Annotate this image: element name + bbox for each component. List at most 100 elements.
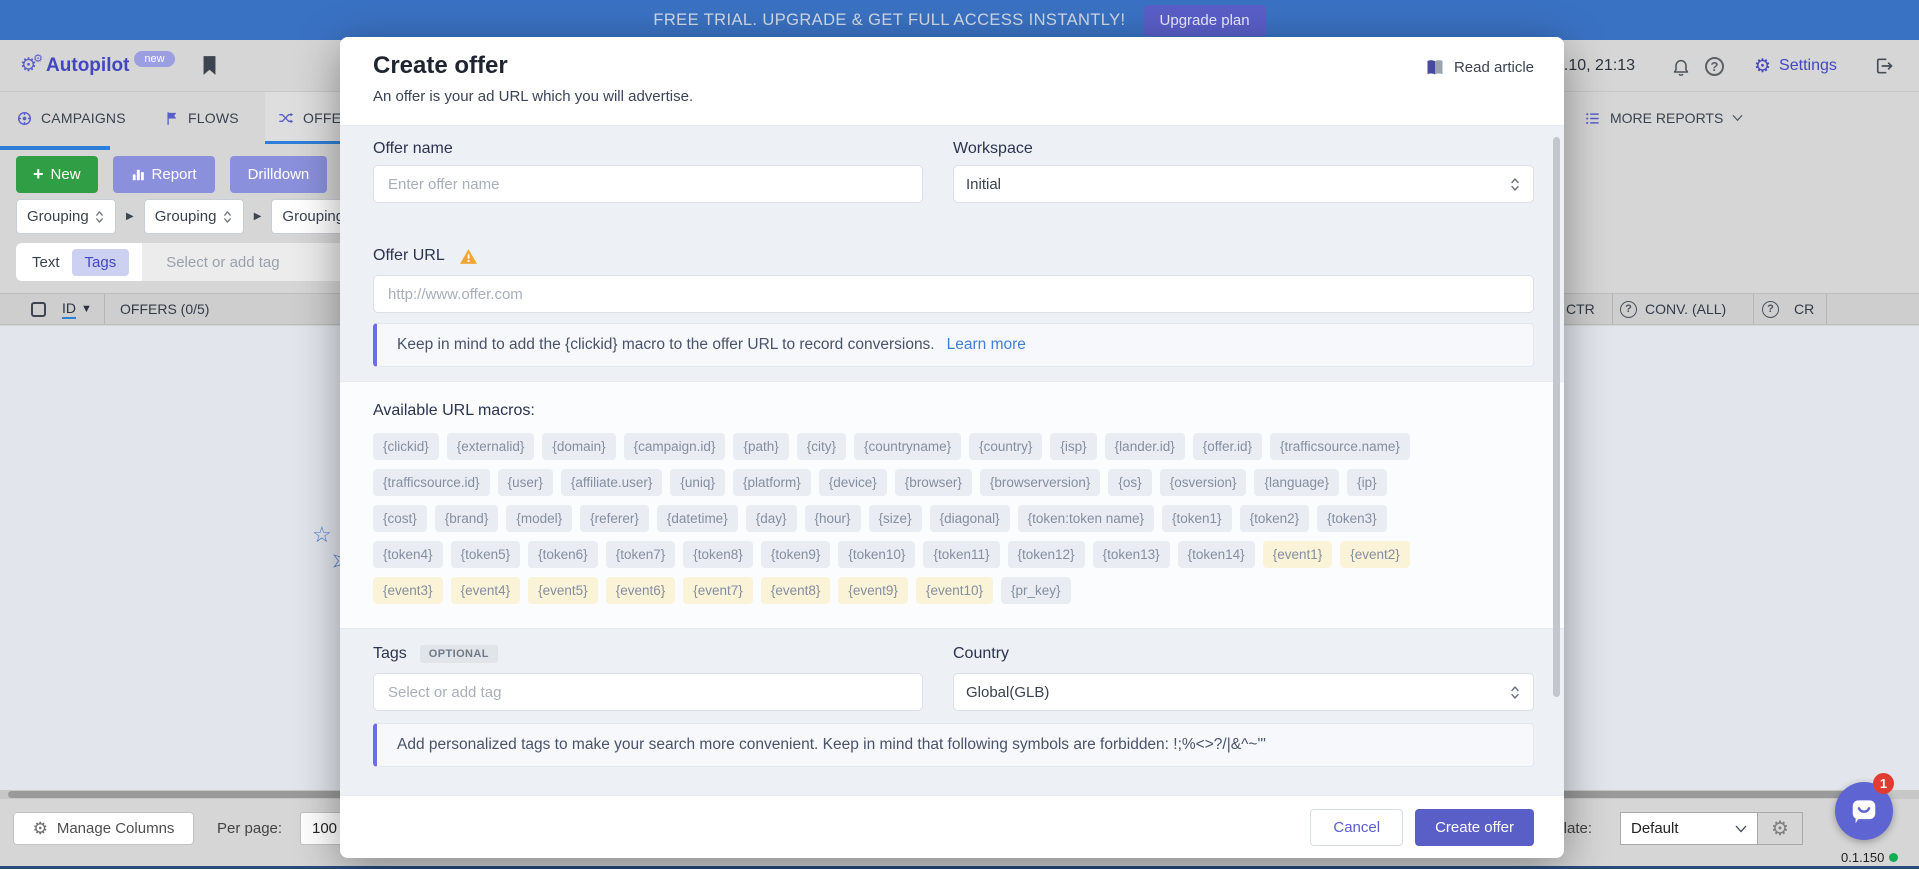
tabs-scrollbar-thumb[interactable]	[0, 146, 110, 150]
macro-chip[interactable]: {hour}	[805, 505, 861, 532]
tags-input[interactable]	[373, 673, 923, 711]
macro-chip[interactable]: {token13}	[1093, 541, 1170, 568]
macro-chip[interactable]: {platform}	[733, 469, 811, 496]
learn-more-link[interactable]: Learn more	[947, 336, 1026, 354]
macro-chip[interactable]: {city}	[797, 433, 846, 460]
macro-chip[interactable]: {model}	[506, 505, 572, 532]
macro-chip[interactable]: {osversion}	[1160, 469, 1247, 496]
read-article-label: Read article	[1454, 59, 1534, 76]
macro-chip[interactable]: {event9}	[838, 577, 908, 604]
macro-chip[interactable]: {token11}	[923, 541, 999, 568]
macro-chip[interactable]: {event10}	[916, 577, 993, 604]
macro-chip[interactable]: {trafficsource.name}	[1270, 433, 1410, 460]
column-conv-all[interactable]: CONV. (ALL)	[1645, 294, 1726, 324]
macro-chip[interactable]: {token:token name}	[1018, 505, 1154, 532]
modal-scrollbar-thumb[interactable]	[1553, 137, 1560, 697]
macro-chip[interactable]: {browserversion}	[980, 469, 1101, 496]
macro-chip[interactable]: {token6}	[528, 541, 598, 568]
autopilot-link[interactable]: Autopilot	[46, 55, 129, 77]
logout-icon[interactable]	[1874, 40, 1894, 92]
report-button[interactable]: Report	[113, 156, 215, 193]
settings-button[interactable]: ⚙ Settings	[1754, 40, 1837, 92]
macro-chip[interactable]: {uniq}	[670, 469, 725, 496]
macro-chip[interactable]: {browser}	[895, 469, 972, 496]
macro-chip[interactable]: {trafficsource.id}	[373, 469, 490, 496]
macro-chip[interactable]: {event8}	[761, 577, 831, 604]
macro-chip[interactable]: {event6}	[606, 577, 676, 604]
macro-chip[interactable]: {token7}	[606, 541, 676, 568]
macro-chip[interactable]: {day}	[746, 505, 797, 532]
read-article-link[interactable]: Read article	[1425, 59, 1534, 76]
help-icon[interactable]: ?	[1705, 40, 1724, 92]
filter-mode-text[interactable]: Text	[32, 254, 60, 271]
select-all-checkbox[interactable]	[31, 294, 46, 324]
macro-chip[interactable]: {token9}	[761, 541, 831, 568]
macro-chip[interactable]: {language}	[1254, 469, 1339, 496]
campaigns-icon	[16, 110, 33, 127]
tab-flows[interactable]: FLOWS	[153, 92, 251, 144]
template-settings-button[interactable]: ⚙	[1757, 812, 1803, 845]
bookmark-icon[interactable]	[201, 55, 218, 76]
cancel-button[interactable]: Cancel	[1310, 809, 1403, 846]
notifications-bell-icon[interactable]	[1671, 40, 1691, 92]
template-select[interactable]: Default	[1620, 812, 1758, 845]
macro-chip[interactable]: {datetime}	[657, 505, 738, 532]
macro-chip[interactable]: {token2}	[1240, 505, 1310, 532]
macro-chip[interactable]: {event3}	[373, 577, 443, 604]
macro-chip[interactable]: {countryname}	[854, 433, 961, 460]
macro-chip[interactable]: {pr_key}	[1001, 577, 1071, 604]
macro-chip[interactable]: {token5}	[451, 541, 521, 568]
tab-campaigns[interactable]: CAMPAIGNS	[4, 92, 138, 144]
more-reports-dropdown[interactable]: MORE REPORTS	[1584, 92, 1743, 144]
column-id[interactable]: ID▼	[62, 294, 92, 324]
macro-chip[interactable]: {domain}	[542, 433, 615, 460]
macro-chip[interactable]: {offer.id}	[1193, 433, 1262, 460]
macro-chip[interactable]: {device}	[819, 469, 887, 496]
macro-chip[interactable]: {ip}	[1347, 469, 1387, 496]
macro-chip[interactable]: {token3}	[1317, 505, 1387, 532]
macro-chip[interactable]: {event5}	[528, 577, 598, 604]
filter-mode-tags[interactable]: Tags	[72, 249, 130, 276]
column-cr[interactable]: CR	[1794, 294, 1814, 324]
macro-chip[interactable]: {token8}	[683, 541, 753, 568]
manage-columns-button[interactable]: ⚙ Manage Columns	[13, 812, 194, 845]
macro-chip[interactable]: {user}	[498, 469, 553, 496]
macro-chip[interactable]: {affiliate.user}	[561, 469, 663, 496]
macro-chip[interactable]: {token4}	[373, 541, 443, 568]
workspace-select[interactable]: Initial	[953, 165, 1534, 203]
offer-url-input[interactable]	[373, 275, 1534, 313]
offer-name-input[interactable]	[373, 165, 923, 203]
macro-chip[interactable]: {token10}	[838, 541, 915, 568]
drilldown-button[interactable]: Drilldown	[230, 156, 328, 193]
macro-chip[interactable]: {referer}	[580, 505, 649, 532]
macro-chip[interactable]: {event4}	[451, 577, 521, 604]
country-select[interactable]: Global(GLB)	[953, 673, 1534, 711]
macro-chip[interactable]: {lander.id}	[1105, 433, 1185, 460]
macro-chip[interactable]: {event7}	[683, 577, 753, 604]
macro-chip[interactable]: {isp}	[1050, 433, 1096, 460]
cr-help-icon[interactable]: ?	[1762, 294, 1779, 324]
conv-help-icon[interactable]: ?	[1620, 294, 1637, 324]
macro-chip[interactable]: {path}	[733, 433, 788, 460]
column-ctr[interactable]: CTR	[1566, 294, 1595, 324]
create-offer-button[interactable]: Create offer	[1415, 809, 1534, 846]
macro-chip[interactable]: {diagonal}	[930, 505, 1010, 532]
grouping-select-1[interactable]: Grouping	[16, 199, 116, 234]
macro-chip[interactable]: {brand}	[435, 505, 499, 532]
macro-chip[interactable]: {token12}	[1008, 541, 1085, 568]
new-offer-button[interactable]: + New	[16, 156, 98, 193]
macro-chips: {clickid} {externalid} {domain} {campaign.i…	[373, 433, 1534, 604]
grouping-select-2[interactable]: Grouping	[144, 199, 244, 234]
macro-chip[interactable]: {event2}	[1340, 541, 1410, 568]
macro-chip[interactable]: {size}	[869, 505, 922, 532]
macro-chip[interactable]: {externalid}	[447, 433, 535, 460]
macro-chip[interactable]: {clickid}	[373, 433, 439, 460]
macro-chip[interactable]: {country}	[969, 433, 1042, 460]
macro-chip[interactable]: {os}	[1108, 469, 1151, 496]
macro-chip[interactable]: {event1}	[1263, 541, 1333, 568]
macro-chip[interactable]: {campaign.id}	[624, 433, 726, 460]
macro-chip[interactable]: {cost}	[373, 505, 427, 532]
macro-chip[interactable]: {token14}	[1178, 541, 1255, 568]
upgrade-plan-button[interactable]: Upgrade plan	[1144, 5, 1266, 36]
macro-chip[interactable]: {token1}	[1162, 505, 1232, 532]
